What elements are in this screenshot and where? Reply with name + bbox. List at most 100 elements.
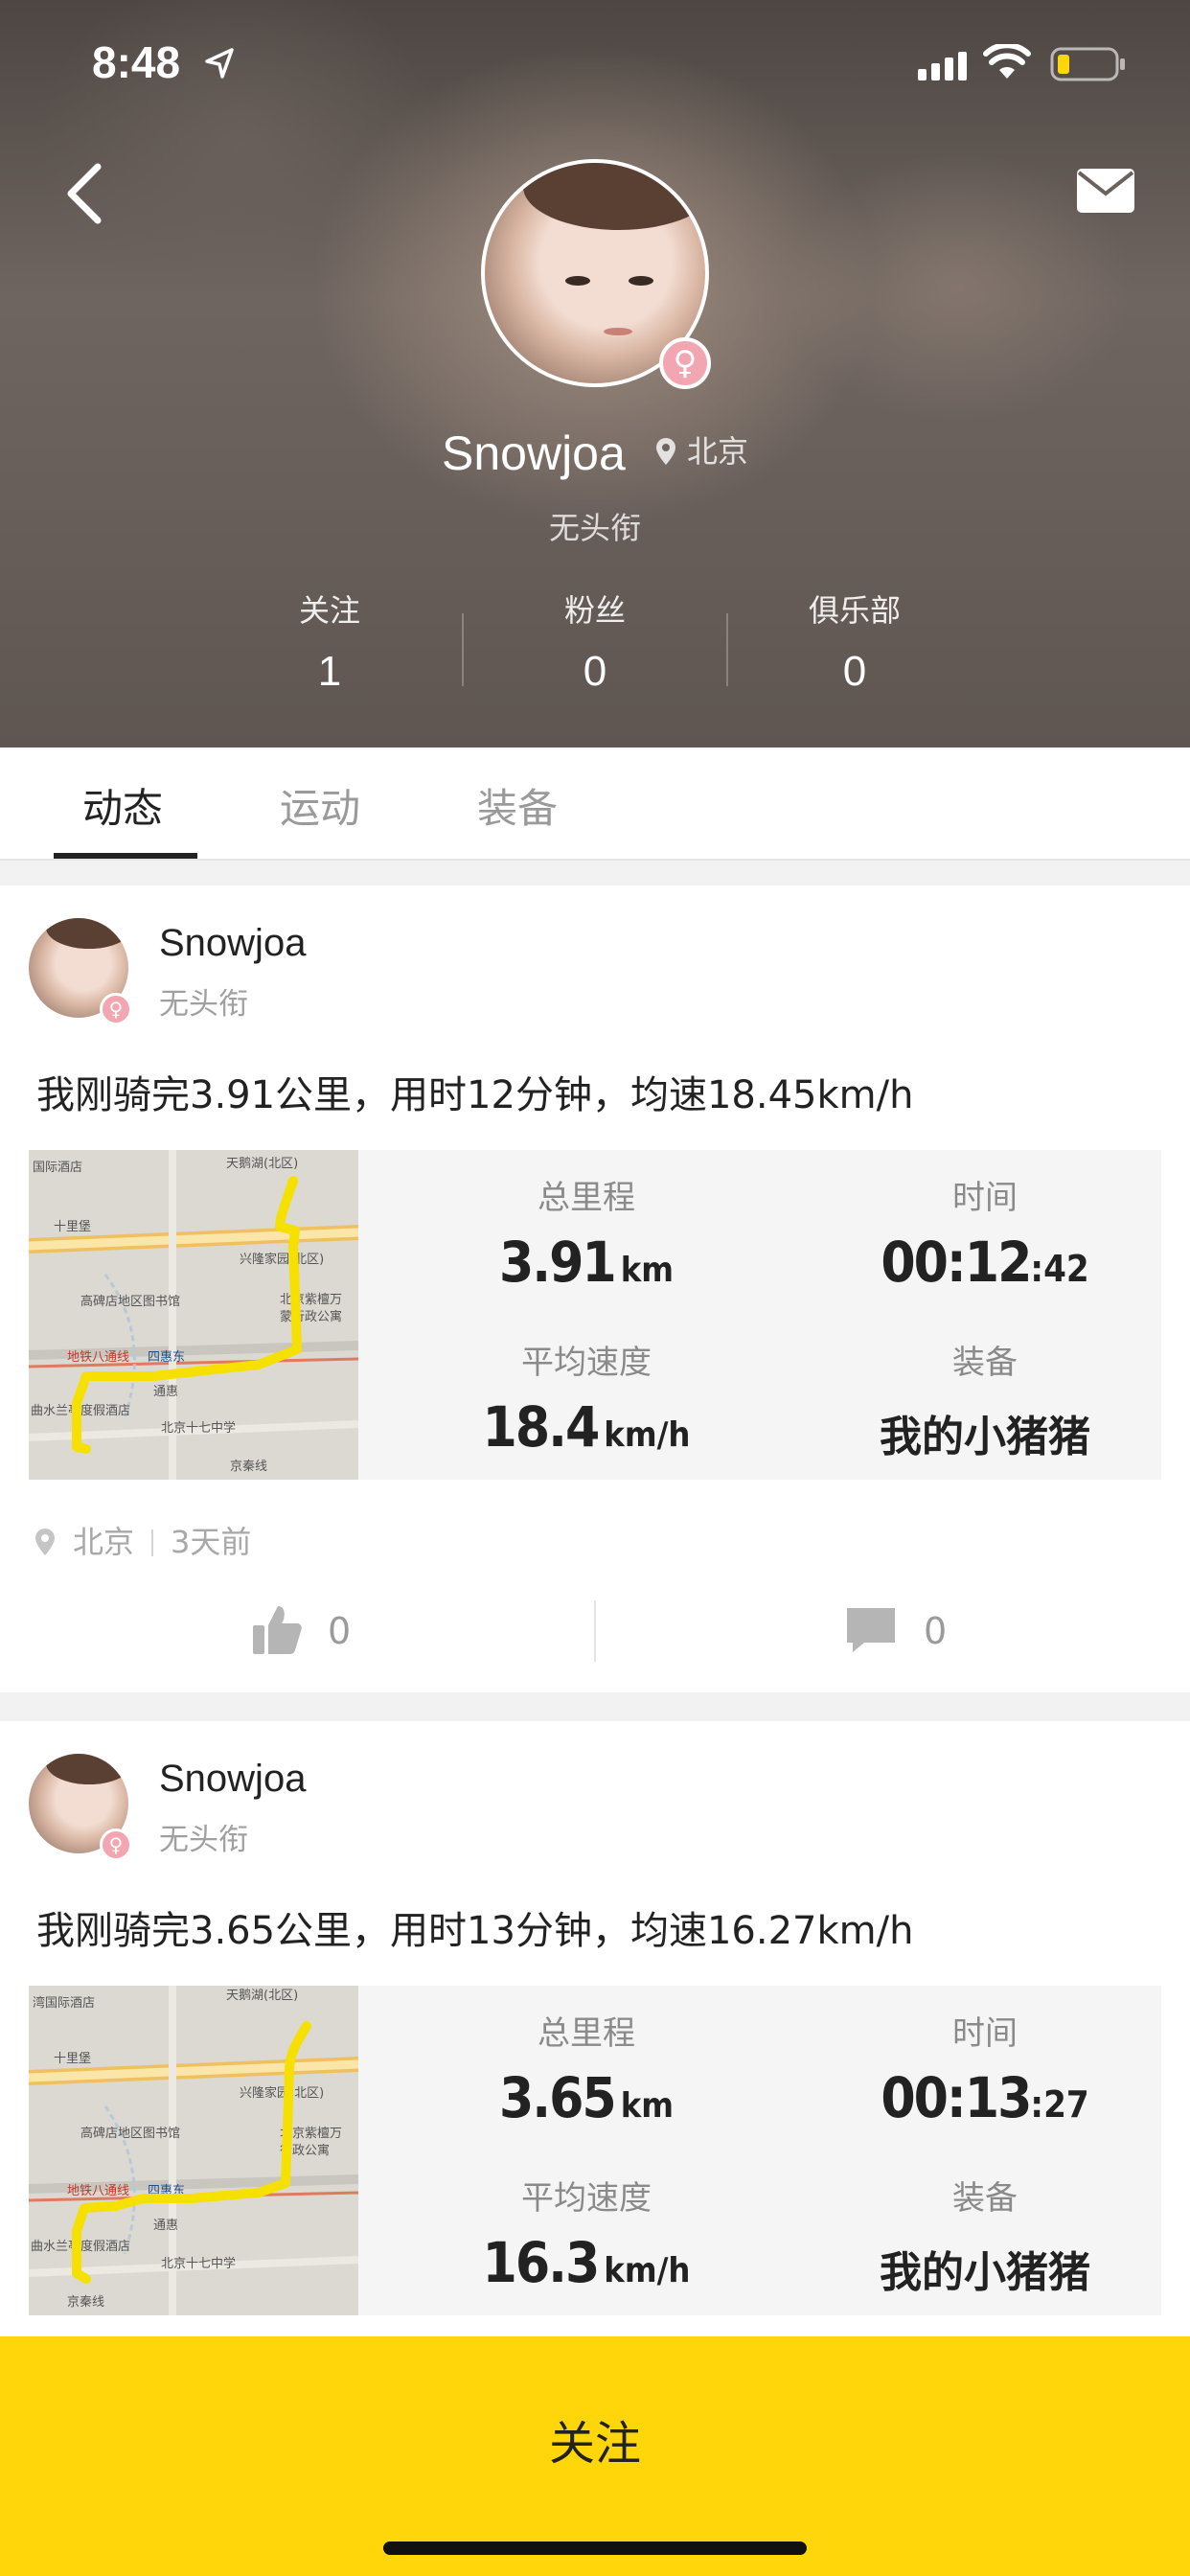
time-value: 00:13 <box>881 2065 1032 2130</box>
mail-icon[interactable] <box>1075 165 1136 217</box>
like-count: 0 <box>328 1610 352 1652</box>
active-tab-indicator <box>54 853 197 859</box>
map-label: 京秦线 <box>230 1460 267 1474</box>
ride-summary[interactable]: 湾国际酒店 天鹅湖(北区) 十里堡 兴隆家园(北区) 高碑店地区图书馆 北京紫檀… <box>29 1986 1161 2315</box>
speed-unit: km/h <box>604 2251 691 2290</box>
like-button[interactable]: 0 <box>251 1602 404 1660</box>
avatar-eye <box>565 276 590 286</box>
metric-gear: 装备 我的小猪猪 <box>803 1336 1167 1463</box>
map-label: 地铁八通线 <box>67 2184 129 2198</box>
metric-label: 平均速度 <box>521 1344 652 1382</box>
back-button[interactable] <box>56 155 117 232</box>
speed-value: 18.4 <box>482 1394 601 1460</box>
map-label: 十里堡 <box>54 2051 91 2066</box>
feed-card[interactable]: ♀ Snowjoa 无头衔 我刚骑完3.65公里，用时13分钟，均速16.27k… <box>0 1721 1190 2336</box>
stat-value: 0 <box>583 648 607 695</box>
map-label: 北京十七中学 <box>161 2256 236 2271</box>
map-label: 国际酒店 <box>33 1161 82 1175</box>
card-signature: 无头衔 <box>159 987 248 1022</box>
card-meta: 北京 3天前 <box>34 1518 251 1560</box>
map-label: 通惠 <box>153 2219 178 2233</box>
tab-activity[interactable]: 动态 <box>82 776 163 835</box>
gear-value: 我的小猪猪 <box>880 2248 1090 2297</box>
card-username[interactable]: Snowjoa <box>159 922 306 965</box>
card-summary: 我刚骑完3.65公里，用时13分钟，均速16.27km/h <box>36 1909 914 1953</box>
comment-button[interactable]: 0 <box>845 1602 998 1660</box>
metric-label: 时间 <box>952 2014 1018 2053</box>
follow-button[interactable]: 关注 <box>0 2336 1190 2576</box>
metric-time: 时间 00:12:42 <box>803 1171 1167 1295</box>
battery-icon <box>1050 47 1125 81</box>
profile-header: 8:48 ♀ Snowjoa 北京 无头衔 关注 1 粉丝 0 俱乐部 0 <box>0 0 1190 748</box>
stat-clubs[interactable]: 俱乐部 0 <box>740 586 970 696</box>
status-time: 8:48 <box>92 37 181 87</box>
map-label: 湾国际酒店 <box>33 1995 95 2011</box>
time-seconds: :27 <box>1030 2083 1089 2126</box>
tab-equipment[interactable]: 装备 <box>477 776 558 835</box>
map-label: 地铁八通线 <box>67 1350 129 1365</box>
avatar-hair <box>46 1754 128 1784</box>
metric-value: 3.65 km <box>404 2065 768 2130</box>
map-label: 天鹅湖(北区) <box>226 1988 298 2003</box>
time-seconds: :42 <box>1030 1248 1089 1290</box>
female-gender-icon: ♀ <box>659 337 711 389</box>
home-indicator[interactable] <box>383 2542 807 2555</box>
map-label: 高碑店地区图书馆 <box>80 2126 180 2141</box>
map-label: 京秦线 <box>67 2295 104 2310</box>
stat-divider <box>726 613 728 686</box>
avatar-eye <box>629 276 653 286</box>
map-label: 十里堡 <box>54 1219 91 1234</box>
metric-avg-speed: 平均速度 18.4 km/h <box>404 1336 768 1460</box>
metric-gear: 装备 我的小猪猪 <box>803 2172 1167 2299</box>
map-label: 北京紫檀万 <box>280 1292 342 1307</box>
card-time-ago: 3天前 <box>171 1524 252 1560</box>
metric-label: 时间 <box>952 1179 1018 1217</box>
feed-card[interactable]: ♀ Snowjoa 无头衔 我刚骑完3.91公里，用时12分钟，均速18.45k… <box>0 886 1190 1692</box>
metric-value: 16.3 km/h <box>404 2230 768 2295</box>
map-label: 天鹅湖(北区) <box>226 1156 298 1171</box>
avatar-mouth <box>604 328 632 335</box>
ride-summary[interactable]: 国际酒店 天鹅湖(北区) 十里堡 兴隆家园(北区) 高碑店地区图书馆 北京紫檀万… <box>29 1150 1161 1480</box>
card-username[interactable]: Snowjoa <box>159 1758 306 1801</box>
gear-value: 我的小猪猪 <box>880 1413 1090 1461</box>
cellular-signal-icon <box>918 52 967 80</box>
metric-label: 总里程 <box>538 2014 635 2053</box>
route-map-thumbnail[interactable]: 国际酒店 天鹅湖(北区) 十里堡 兴隆家园(北区) 高碑店地区图书馆 北京紫檀万… <box>29 1150 358 1480</box>
stat-value: 0 <box>842 648 867 695</box>
metric-value: 18.4 km/h <box>404 1394 768 1460</box>
metric-label: 总里程 <box>538 1179 635 1217</box>
metric-label: 平均速度 <box>521 2179 652 2218</box>
map-label: 四惠东 <box>148 1350 185 1365</box>
profile-location: 北京 <box>686 433 748 470</box>
card-location: 北京 <box>73 1524 135 1560</box>
metric-label: 装备 <box>952 2179 1018 2218</box>
metric-value: 3.91 km <box>404 1230 768 1295</box>
metric-distance: 总里程 3.91 km <box>404 1171 768 1295</box>
route-map-thumbnail[interactable]: 湾国际酒店 天鹅湖(北区) 十里堡 兴隆家园(北区) 高碑店地区图书馆 北京紫檀… <box>29 1986 358 2315</box>
stat-followers[interactable]: 粉丝 0 <box>480 586 710 696</box>
profile-stats: 关注 1 粉丝 0 俱乐部 0 <box>0 586 1190 702</box>
metric-time: 时间 00:13:27 <box>803 2007 1167 2130</box>
map-label: 兴隆家园(北区) <box>240 2085 324 2101</box>
stat-following[interactable]: 关注 1 <box>215 586 445 696</box>
metric-label: 装备 <box>952 1344 1018 1382</box>
follow-label: 关注 <box>548 2417 641 2471</box>
profile-signature: 无头衔 <box>548 510 641 546</box>
stat-label: 关注 <box>298 592 360 629</box>
profile-name-row: Snowjoa 北京 <box>0 426 1190 481</box>
comment-icon <box>847 1608 895 1652</box>
speed-value: 16.3 <box>482 2230 601 2295</box>
map-label: 高碑店地区图书馆 <box>80 1294 180 1309</box>
distance-unit: km <box>620 2086 675 2126</box>
card-signature: 无头衔 <box>159 1823 248 1857</box>
card-actions: 0 0 <box>0 1585 1190 1681</box>
stat-divider <box>462 613 464 686</box>
stat-label: 俱乐部 <box>808 592 901 629</box>
location-arrow-icon <box>205 48 234 79</box>
avatar-hair <box>46 918 128 949</box>
distance-unit: km <box>620 1251 675 1290</box>
speed-unit: km/h <box>604 1415 691 1455</box>
map-label: 蒙行政公寓 <box>280 1309 342 1324</box>
tab-workouts[interactable]: 运动 <box>280 776 360 835</box>
time-value: 00:12 <box>881 1230 1032 1295</box>
